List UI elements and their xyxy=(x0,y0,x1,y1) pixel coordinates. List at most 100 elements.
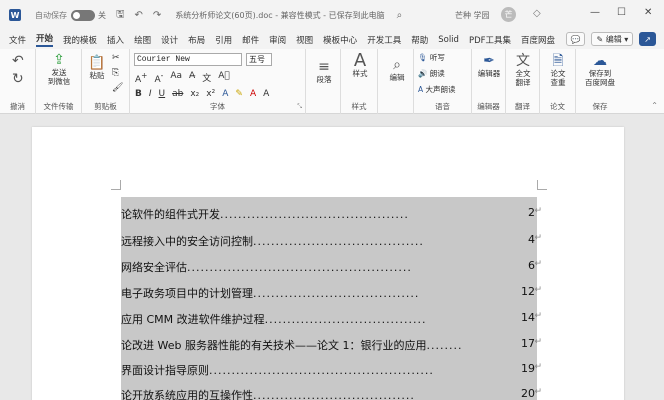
tab-my-templates[interactable]: 我的模板 xyxy=(63,34,97,46)
toc-line[interactable]: 论改进 Web 服务器性能的有关技术——论文 1：银行业的应用........ 1… xyxy=(121,337,541,353)
italic-icon[interactable]: I xyxy=(149,89,152,99)
tab-view[interactable]: 视图 xyxy=(296,34,313,46)
pencil-icon: ✎ xyxy=(596,34,606,44)
read-aloud-button[interactable]: A 大声朗读 xyxy=(418,85,456,94)
toc-line[interactable]: 应用 CMM 改进软件维护过程.........................… xyxy=(121,311,541,327)
ribbon-collapse-icon[interactable]: ⌃ xyxy=(651,101,658,110)
toc-line[interactable]: 远程接入中的安全访问控制............................… xyxy=(121,233,541,249)
toc-title: 电子政务项目中的计划管理 xyxy=(121,287,253,300)
ribbon: ↶ ↻ 撤消 ⇪ 发送 到微信 文件传输 📋 粘贴 ✂ ⎘ 🖌 剪贴板 字体 ⤡… xyxy=(0,49,664,114)
tab-review[interactable]: 审阅 xyxy=(269,34,286,46)
undo-icon[interactable]: ↶ xyxy=(12,53,24,69)
save-to-baidu-button[interactable]: ☁ 保存到 百度网盘 xyxy=(582,53,618,87)
toc-line[interactable]: 电子政务项目中的计划管理............................… xyxy=(121,285,541,301)
diamond-icon[interactable]: ◇ xyxy=(533,8,541,19)
bold-icon[interactable]: B xyxy=(135,89,142,99)
tab-design[interactable]: 设计 xyxy=(161,34,178,46)
tab-layout[interactable]: 布局 xyxy=(188,34,205,46)
font-size-decrease-icon[interactable]: A- xyxy=(154,71,163,85)
font-name-select[interactable]: Courier New xyxy=(134,53,242,66)
close-button[interactable]: ✕ xyxy=(644,7,652,18)
styles-button[interactable]: A 样式 xyxy=(347,52,373,79)
translate-button[interactable]: 文 全文 翻译 xyxy=(510,53,536,87)
char-border-icon[interactable]: A⃞ xyxy=(218,71,230,85)
editor-group: ✒ 编辑器 编辑器 xyxy=(472,49,506,114)
paper-check-label: 论文 查重 xyxy=(550,69,566,87)
tab-template-center[interactable]: 模板中心 xyxy=(323,34,357,46)
toc-line[interactable]: 界面设计指导原则................................… xyxy=(121,362,541,378)
paper-group: 🗎 论文 查重 论文 xyxy=(540,49,576,114)
font-color-icon[interactable]: A xyxy=(250,89,256,99)
tab-file[interactable]: 文件 xyxy=(9,34,26,46)
cut-icon[interactable]: ✂ xyxy=(112,53,120,63)
toc-title: 论软件的组件式开发 xyxy=(121,208,220,221)
title-bar: W 自动保存 关 🖫 ↶ ↷ 系统分析师论文(60页).doc - 兼容性模式 … xyxy=(0,0,664,30)
tab-home[interactable]: 开始 xyxy=(36,32,54,47)
paragraph-group: ≡ 段落 xyxy=(306,49,341,114)
toc-page: 20 xyxy=(521,387,535,400)
translate-group-label: 翻译 xyxy=(515,102,530,111)
minimize-button[interactable]: — xyxy=(590,7,600,18)
dictate-label: 听写 xyxy=(429,53,445,62)
font-dialog-launcher-icon[interactable]: ⤡ xyxy=(297,103,302,111)
clear-format-icon[interactable]: A̶ xyxy=(189,71,195,85)
redo-icon[interactable]: ↻ xyxy=(12,71,24,87)
redo-icon[interactable]: ↷ xyxy=(153,10,161,21)
comment-button[interactable]: 💬 xyxy=(565,32,586,46)
autosave-toggle[interactable] xyxy=(71,9,95,21)
clipboard-group-label: 剪贴板 xyxy=(94,102,117,111)
highlight-icon[interactable]: ✎ xyxy=(235,89,243,99)
strikethrough-icon[interactable]: ab xyxy=(172,89,183,99)
autosave-state: 关 xyxy=(98,10,106,20)
shading-icon[interactable]: A xyxy=(263,89,269,99)
tab-draw[interactable]: 绘图 xyxy=(134,34,151,46)
maximize-button[interactable]: ☐ xyxy=(617,7,626,18)
superscript-icon[interactable]: x² xyxy=(206,89,215,99)
search-icon[interactable]: ⌕ xyxy=(397,10,403,21)
subscript-icon[interactable]: x₂ xyxy=(190,89,199,99)
paragraph-button[interactable]: ≡ 段落 xyxy=(312,59,336,84)
editor-button[interactable]: ✒ 编辑器 xyxy=(476,53,502,78)
tab-references[interactable]: 引用 xyxy=(215,34,232,46)
undo-icon[interactable]: ↶ xyxy=(135,10,143,21)
toc-line[interactable]: 论开放系统应用的互操作性............................… xyxy=(121,387,541,400)
toc-page: 14 xyxy=(521,311,535,324)
save-icon[interactable]: 🖫 xyxy=(116,7,125,24)
paste-button[interactable]: 📋 粘贴 xyxy=(86,55,108,80)
send-to-wechat-button[interactable]: ⇪ 发送 到微信 xyxy=(42,52,76,86)
tab-mailings[interactable]: 邮件 xyxy=(242,34,259,46)
tab-insert[interactable]: 插入 xyxy=(107,34,124,46)
margin-corner-right xyxy=(537,180,547,190)
save-group: ☁ 保存到 百度网盘 保存 xyxy=(576,49,624,114)
phonetic-guide-icon[interactable]: 文 xyxy=(202,71,211,85)
paragraph-mark-icon: ↵ xyxy=(534,337,541,347)
underline-icon[interactable]: U xyxy=(159,89,166,99)
toc-line[interactable]: 论软件的组件式开发...............................… xyxy=(121,206,541,222)
tab-solid[interactable]: Solid xyxy=(438,35,459,45)
user-name[interactable]: 芒种 学园 xyxy=(455,10,490,21)
tab-help[interactable]: 帮助 xyxy=(411,34,428,46)
paragraph-mark-icon: ↵ xyxy=(534,387,541,397)
paper-check-button[interactable]: 🗎 论文 查重 xyxy=(545,53,571,87)
edit-button[interactable]: ⌕ 编辑 xyxy=(384,57,410,82)
tab-baidu-netdisk[interactable]: 百度网盘 xyxy=(521,34,555,46)
font-size-increase-icon[interactable]: A+ xyxy=(135,71,147,85)
avatar[interactable]: 芒 xyxy=(501,7,516,22)
text-effects-icon[interactable]: A xyxy=(222,89,228,99)
styles-group: A 样式 样式 xyxy=(341,49,378,114)
editing-mode-button[interactable]: ✎ 编辑 ▾ xyxy=(591,32,634,46)
tab-pdf-tools[interactable]: PDF工具集 xyxy=(469,34,511,46)
read-icon: 🔊 xyxy=(418,69,428,78)
dictate-button[interactable]: 🎙 听写 xyxy=(418,53,445,62)
toc-line[interactable]: 网络安全评估..................................… xyxy=(121,259,541,275)
wechat-icon: ⇪ xyxy=(53,52,65,68)
change-case-icon[interactable]: Aa xyxy=(170,71,182,85)
share-button[interactable]: ↗ xyxy=(639,32,656,46)
format-painter-icon[interactable]: 🖌 xyxy=(112,83,123,93)
undo-group: ↶ ↻ 撤消 xyxy=(0,49,36,114)
font-size-select[interactable]: 五号 xyxy=(246,53,272,66)
copy-icon[interactable]: ⎘ xyxy=(112,68,119,78)
tab-developer[interactable]: 开发工具 xyxy=(367,34,401,46)
read-button[interactable]: 🔊 朗读 xyxy=(418,69,445,78)
autosave-label: 自动保存 xyxy=(35,10,67,20)
